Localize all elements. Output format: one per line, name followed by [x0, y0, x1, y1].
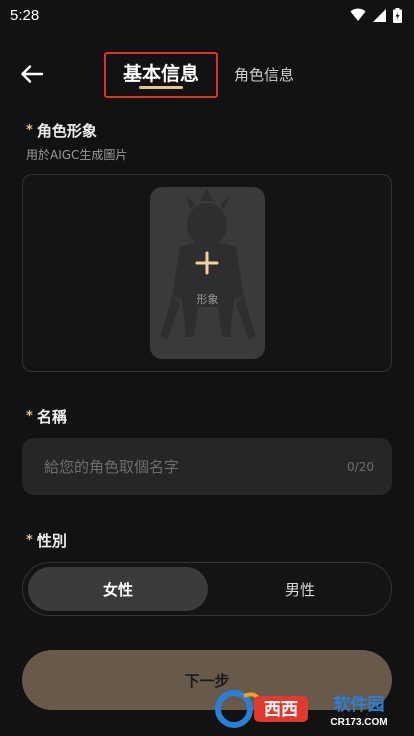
- avatar-label: 角色形象: [36, 122, 97, 140]
- name-section-label: * 名稱: [26, 406, 67, 427]
- status-time: 5:28: [10, 6, 40, 24]
- plus-icon: [195, 251, 219, 275]
- avatar-subtext: 用於AIGC生成圖片: [26, 148, 128, 162]
- arrow-left-icon: [21, 65, 43, 83]
- gender-toggle: 女性 男性: [22, 562, 392, 616]
- back-button[interactable]: [18, 60, 46, 88]
- name-char-counter: 0/20: [347, 459, 374, 474]
- required-mark: *: [26, 533, 33, 548]
- name-input[interactable]: 給您的角色取個名字 0/20: [22, 438, 392, 495]
- watermark-logo: 西西 软件园 CR173.COM: [215, 690, 388, 728]
- gender-option-male[interactable]: 男性: [213, 567, 387, 611]
- header: 基本信息 角色信息: [0, 48, 414, 100]
- gender-label: 性別: [36, 532, 67, 550]
- active-tab-indicator: [139, 86, 183, 89]
- svg-text:CR173.COM: CR173.COM: [330, 717, 387, 728]
- avatar-card-caption: 形象: [196, 293, 219, 306]
- signal-icon: [373, 8, 386, 22]
- name-input-placeholder: 給您的角色取個名字: [44, 458, 180, 476]
- wifi-icon: [350, 8, 366, 21]
- tab-basic-info[interactable]: 基本信息: [104, 52, 218, 98]
- avatar-upload-area: 形象: [22, 174, 392, 372]
- svg-text:软件园: 软件园: [334, 694, 385, 714]
- name-label: 名稱: [36, 408, 67, 426]
- gender-section-label: * 性別: [26, 530, 67, 551]
- required-mark: *: [26, 409, 33, 424]
- battery-icon: [393, 7, 402, 23]
- avatar-section-label: * 角色形象: [26, 120, 97, 141]
- required-mark: *: [26, 123, 33, 138]
- tab-role-info[interactable]: 角色信息: [234, 64, 294, 85]
- status-bar: 5:28: [0, 0, 414, 30]
- tab-basic-info-label: 基本信息: [122, 62, 199, 85]
- avatar-upload-card[interactable]: 形象: [150, 187, 265, 359]
- status-icons: [350, 7, 402, 23]
- gender-option-female[interactable]: 女性: [28, 567, 208, 611]
- svg-text:西西: 西西: [264, 700, 298, 719]
